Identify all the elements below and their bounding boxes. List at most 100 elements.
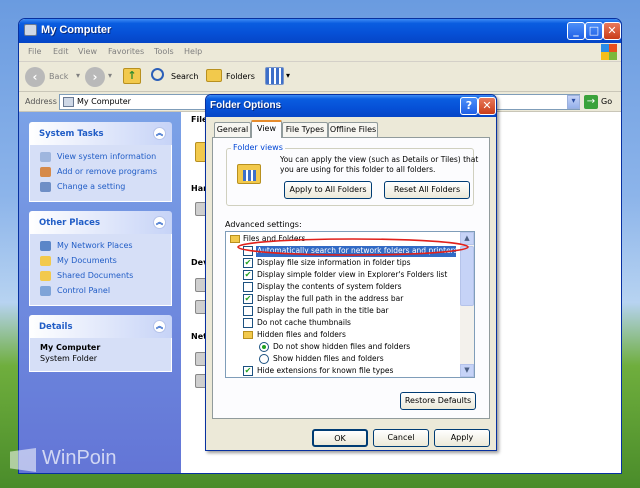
documents-folder-icon bbox=[40, 256, 51, 266]
details-header[interactable]: Details ︽ bbox=[29, 315, 172, 338]
search-button[interactable]: Search bbox=[171, 72, 198, 81]
views-icon[interactable] bbox=[265, 67, 284, 85]
radio-show-hidden[interactable] bbox=[259, 354, 269, 364]
folder-icon bbox=[243, 331, 253, 339]
details-title: Details bbox=[39, 322, 73, 332]
help-button[interactable]: ? bbox=[460, 97, 478, 115]
menu-help[interactable]: Help bbox=[184, 47, 202, 56]
apply-button[interactable]: Apply bbox=[434, 429, 490, 447]
views-dropdown-icon[interactable]: ▾ bbox=[286, 71, 290, 80]
folder-views-description-line2: you are using for this folder to all fol… bbox=[280, 165, 436, 174]
tab-general[interactable]: General bbox=[214, 122, 251, 137]
address-dropdown-button[interactable]: ▾ bbox=[567, 95, 580, 109]
folders-button[interactable]: Folders bbox=[226, 72, 255, 81]
task-add-remove-programs[interactable]: Add or remove programs bbox=[40, 165, 171, 180]
go-button[interactable]: Go bbox=[601, 97, 612, 106]
system-tasks-header[interactable]: System Tasks ︽ bbox=[29, 122, 172, 145]
setting-full-path-title-bar[interactable]: Display the full path in the title bar bbox=[257, 306, 389, 315]
ok-button[interactable]: OK bbox=[312, 429, 368, 447]
details-name: My Computer bbox=[40, 343, 101, 352]
back-button[interactable]: Back bbox=[49, 72, 68, 81]
setting-full-path-address-bar[interactable]: Display the full path in the address bar bbox=[257, 294, 403, 303]
tab-file-types[interactable]: File Types bbox=[282, 122, 328, 137]
folder-views-legend: Folder views bbox=[231, 143, 285, 152]
forward-dropdown-icon[interactable]: ▾ bbox=[108, 71, 112, 80]
reset-all-folders-button[interactable]: Reset All Folders bbox=[384, 181, 470, 199]
radio-do-not-show-hidden[interactable] bbox=[259, 342, 269, 352]
place-my-network-places[interactable]: My Network Places bbox=[40, 239, 171, 254]
checkbox-no-cache-thumbnails[interactable] bbox=[243, 318, 253, 328]
checkbox-simple-folder-view[interactable]: ✔ bbox=[243, 270, 253, 280]
computer-icon bbox=[24, 24, 37, 36]
other-places-panel: Other Places ︽ My Network Places My Docum… bbox=[29, 211, 172, 306]
back-arrow-icon[interactable]: ‹ bbox=[25, 67, 45, 87]
up-folder-icon[interactable]: ↑ bbox=[123, 68, 141, 84]
advanced-settings-label: Advanced settings: bbox=[225, 220, 302, 229]
apply-to-all-folders-button[interactable]: Apply to All Folders bbox=[284, 181, 372, 199]
setting-show-hidden[interactable]: Show hidden files and folders bbox=[273, 354, 384, 363]
search-icon[interactable] bbox=[151, 68, 164, 81]
shared-folder-icon bbox=[40, 271, 51, 281]
other-places-header[interactable]: Other Places ︽ bbox=[29, 211, 172, 234]
windows-flag-icon bbox=[10, 448, 36, 472]
details-type: System Folder bbox=[40, 354, 98, 363]
go-arrow-icon[interactable]: → bbox=[584, 95, 598, 109]
maximize-button[interactable]: □ bbox=[585, 22, 603, 40]
programs-icon bbox=[40, 167, 51, 177]
checkbox-file-size-info[interactable]: ✔ bbox=[243, 258, 253, 268]
address-label: Address bbox=[25, 97, 57, 106]
setting-do-not-show-hidden[interactable]: Do not show hidden files and folders bbox=[273, 342, 410, 351]
folder-views-description-line1: You can apply the view (such as Details … bbox=[280, 155, 479, 164]
place-shared-documents[interactable]: Shared Documents bbox=[40, 269, 171, 284]
folder-views-icon-grid bbox=[243, 170, 256, 181]
back-dropdown-icon[interactable]: ▾ bbox=[76, 71, 80, 80]
computer-icon bbox=[63, 97, 74, 107]
title-bar[interactable]: My Computer _ □ ✕ bbox=[19, 19, 621, 43]
setting-file-size-info[interactable]: Display file size information in folder … bbox=[257, 258, 411, 267]
dialog-close-button[interactable]: ✕ bbox=[478, 97, 496, 115]
control-panel-icon bbox=[40, 286, 51, 296]
forward-button[interactable]: › bbox=[85, 67, 105, 87]
setting-system-folder-contents[interactable]: Display the contents of system folders bbox=[257, 282, 402, 291]
window-title: My Computer bbox=[41, 24, 112, 36]
system-tasks-title: System Tasks bbox=[39, 129, 104, 139]
system-info-icon bbox=[40, 152, 51, 162]
setting-hide-extensions[interactable]: Hide extensions for known file types bbox=[257, 366, 393, 375]
setting-no-cache-thumbnails[interactable]: Do not cache thumbnails bbox=[257, 318, 351, 327]
checkbox-full-path-title-bar[interactable] bbox=[243, 306, 253, 316]
menu-edit[interactable]: Edit bbox=[53, 47, 69, 56]
task-view-system-info[interactable]: View system information bbox=[40, 150, 171, 165]
system-tasks-panel: System Tasks ︽ View system information Ad… bbox=[29, 122, 172, 202]
checkbox-hide-extensions[interactable]: ✔ bbox=[243, 366, 253, 376]
place-control-panel[interactable]: Control Panel bbox=[40, 284, 171, 299]
dialog-title: Folder Options bbox=[210, 100, 282, 111]
toolbar: ‹ Back ▾ › ▾ ↑ Search Folders ▾ bbox=[19, 62, 621, 92]
checkbox-system-folder-contents[interactable] bbox=[243, 282, 253, 292]
menu-tools[interactable]: Tools bbox=[154, 47, 174, 56]
dialog-title-bar[interactable]: Folder Options ? ✕ bbox=[206, 95, 496, 117]
collapse-chevron-icon[interactable]: ︽ bbox=[153, 320, 166, 333]
collapse-chevron-icon[interactable]: ︽ bbox=[153, 127, 166, 140]
details-panel: Details ︽ My Computer System Folder bbox=[29, 315, 172, 372]
close-button[interactable]: ✕ bbox=[603, 22, 621, 40]
setting-simple-folder-view[interactable]: Display simple folder view in Explorer's… bbox=[257, 270, 447, 279]
checkbox-full-path-address-bar[interactable]: ✔ bbox=[243, 294, 253, 304]
cancel-button[interactable]: Cancel bbox=[373, 429, 429, 447]
tab-offline-files[interactable]: Offline Files bbox=[328, 122, 378, 137]
menu-view[interactable]: View bbox=[78, 47, 97, 56]
settings-icon bbox=[40, 182, 51, 192]
place-my-documents[interactable]: My Documents bbox=[40, 254, 171, 269]
menu-file[interactable]: File bbox=[28, 47, 41, 56]
menu-favorites[interactable]: Favorites bbox=[108, 47, 144, 56]
task-change-setting[interactable]: Change a setting bbox=[40, 180, 171, 195]
tab-view[interactable]: View bbox=[251, 120, 282, 138]
folders-icon[interactable] bbox=[206, 69, 222, 82]
scroll-down-button[interactable]: ▼ bbox=[460, 364, 474, 377]
restore-defaults-button[interactable]: Restore Defaults bbox=[400, 392, 476, 410]
setting-hidden-files-folders: Hidden files and folders bbox=[257, 330, 346, 339]
windows-logo-icon bbox=[601, 44, 617, 60]
minimize-button[interactable]: _ bbox=[567, 22, 585, 40]
folder-options-dialog: Folder Options ? ✕ General View File Typ… bbox=[205, 94, 497, 451]
collapse-chevron-icon[interactable]: ︽ bbox=[153, 216, 166, 229]
task-pane: System Tasks ︽ View system information Ad… bbox=[19, 112, 181, 473]
